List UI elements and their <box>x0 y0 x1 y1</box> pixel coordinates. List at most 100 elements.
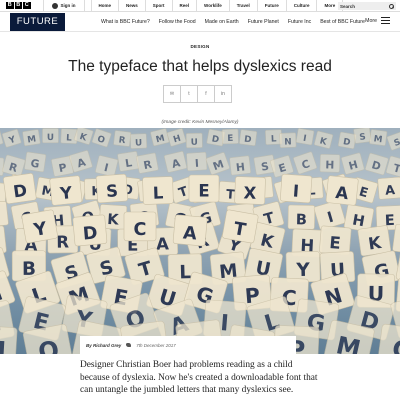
background-tile: U <box>0 129 4 148</box>
svg-text:E: E <box>329 233 342 253</box>
background-tile: H <box>229 155 251 176</box>
image-credit: (Image credit: Kevin Mesney/Alamy) <box>161 120 239 125</box>
svg-text:K: K <box>107 211 120 229</box>
background-tile: H <box>319 153 341 173</box>
svg-text:Y: Y <box>295 260 311 281</box>
nav-future[interactable]: Future <box>258 0 287 12</box>
twitter-icon[interactable] <box>126 343 132 347</box>
section-nav-item[interactable]: Best of BBC Future <box>320 19 365 25</box>
background-tile: I <box>313 200 346 231</box>
background-tile: Y <box>1 129 22 148</box>
background-tile: I <box>95 155 119 177</box>
svg-text:M: M <box>373 134 383 145</box>
svg-text:G: G <box>30 157 41 171</box>
svg-text:A: A <box>385 182 396 198</box>
svg-text:L: L <box>271 134 277 144</box>
word-tile: A <box>172 214 208 247</box>
background-tile: G <box>24 151 47 173</box>
word-tile: A <box>325 175 359 206</box>
background-tile: Y <box>285 251 321 283</box>
background-tile: R <box>113 130 132 147</box>
background-tile: A <box>163 151 187 173</box>
background-tile: I <box>186 151 208 172</box>
background-tile: R <box>136 152 159 174</box>
share-buttons: ✉ t f in <box>163 85 232 103</box>
background-tile: H <box>341 152 365 175</box>
svg-text:I: I <box>292 181 299 200</box>
linkedin-icon: in <box>221 91 225 97</box>
svg-text:A: A <box>182 223 198 244</box>
svg-text:R: R <box>56 232 69 251</box>
word-tile: T <box>222 209 259 244</box>
linkedin-share-button[interactable]: in <box>214 85 232 103</box>
section-nav-item[interactable]: Follow the Food <box>159 19 196 25</box>
section-nav-item[interactable]: Future Planet <box>248 19 279 25</box>
section-nav-item[interactable]: Future Inc <box>288 19 311 25</box>
bbc-logo[interactable]: B B C <box>6 1 31 10</box>
word-tile: E <box>188 174 220 203</box>
byline: By Richard Grey 7th December 2017 <box>80 336 296 354</box>
search-input[interactable]: Search <box>338 2 396 10</box>
section-nav-item[interactable]: What is BBC Future? <box>101 19 150 25</box>
background-tile: D <box>239 129 258 146</box>
word-tile: Y <box>49 175 83 206</box>
nav-worklife[interactable]: Worklife <box>197 0 230 12</box>
nav-home[interactable]: Home <box>90 0 120 12</box>
svg-text:M: M <box>27 134 37 145</box>
twitter-share-button[interactable]: t <box>180 85 198 103</box>
section-nav-item[interactable]: Made on Earth <box>205 19 239 25</box>
background-tile: I <box>295 128 315 146</box>
svg-text:L: L <box>152 183 164 202</box>
svg-text:L: L <box>66 133 72 143</box>
svg-text:A: A <box>335 183 350 203</box>
word-tile: L <box>142 176 174 205</box>
background-tile: D <box>365 152 389 176</box>
word-tile: C <box>123 211 157 242</box>
facebook-share-button[interactable]: f <box>197 85 215 103</box>
background-tile: C <box>293 151 318 175</box>
background-tile: E <box>319 225 352 256</box>
author-name[interactable]: By Richard Grey <box>86 343 121 348</box>
email-share-button[interactable]: ✉ <box>163 85 181 103</box>
svg-text:M: M <box>334 331 364 354</box>
word-tile: I <box>280 173 313 204</box>
svg-text:D: D <box>12 181 28 202</box>
background-tile: M <box>205 152 230 175</box>
logo-letter: B <box>14 1 22 10</box>
svg-text:U: U <box>47 133 54 143</box>
background-tile: M <box>0 325 18 354</box>
svg-text:U: U <box>135 138 143 148</box>
background-tile: S <box>386 131 400 151</box>
hero-image: UYMULKORUMHUDEDLNIKDSMSKNRGPAILRAIMHSECH… <box>0 128 400 354</box>
sign-in-link[interactable]: Sign in <box>42 0 85 12</box>
nav-culture[interactable]: Culture <box>287 0 318 12</box>
background-tile: H <box>166 128 187 147</box>
nav-reel[interactable]: Reel <box>173 0 198 12</box>
twitter-icon: t <box>188 91 190 97</box>
article-intro: Designer Christian Boer had problems rea… <box>80 360 318 396</box>
svg-text:H: H <box>235 160 245 174</box>
background-tile: D <box>337 131 357 149</box>
svg-text:C: C <box>134 220 147 240</box>
hamburger-menu-icon <box>381 17 390 24</box>
nav-travel[interactable]: Travel <box>230 0 258 12</box>
scrabble-tiles-photo: UYMULKORUMHUDEDLNIKDSMSKNRGPAILRAIMHSECH… <box>0 128 400 354</box>
nav-sport[interactable]: Sport <box>146 0 173 12</box>
svg-text:A: A <box>156 234 170 253</box>
background-tile: S <box>353 128 372 144</box>
future-logo[interactable]: FUTURE <box>10 12 65 31</box>
svg-text:D: D <box>82 223 98 244</box>
nav-news[interactable]: News <box>119 0 146 12</box>
background-tile: U <box>0 200 9 228</box>
svg-text:S: S <box>105 181 118 201</box>
publish-date: 7th December 2017 <box>136 342 176 348</box>
svg-text:D: D <box>244 135 253 146</box>
logo-letter: C <box>23 1 31 10</box>
word-tile: X <box>234 176 266 205</box>
article-category[interactable]: DESIGN <box>0 44 400 49</box>
more-label: More <box>365 17 377 24</box>
search-icon[interactable] <box>389 3 394 9</box>
more-menu-button[interactable]: More <box>365 17 390 24</box>
background-tile: E <box>221 128 239 145</box>
background-tile: M <box>150 128 170 147</box>
